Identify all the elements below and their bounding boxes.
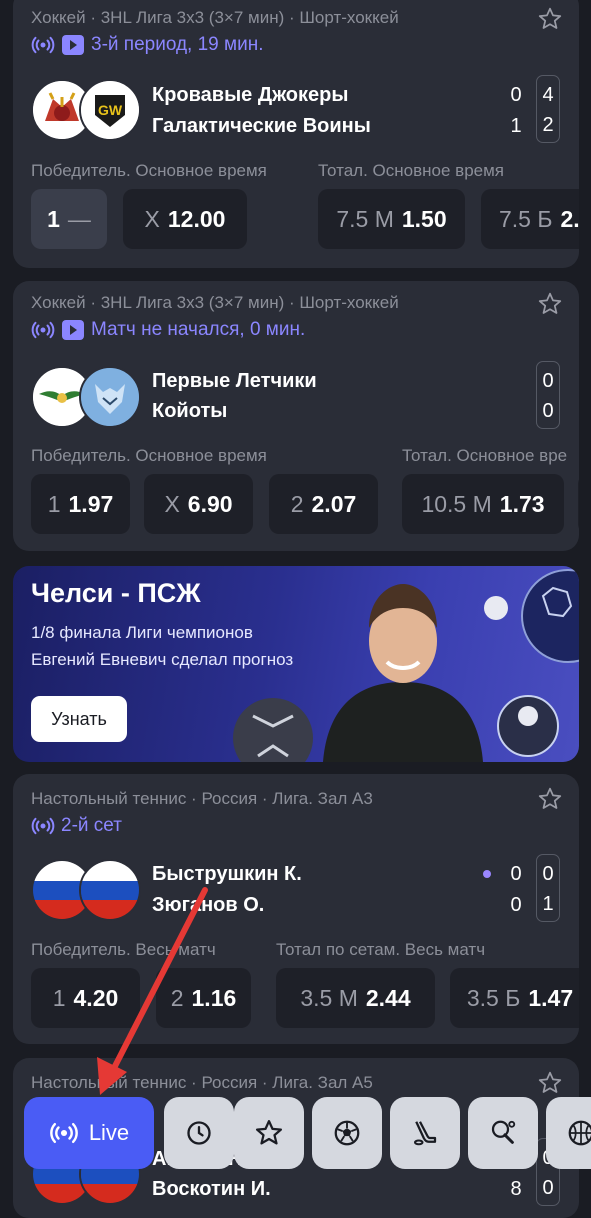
annotation-arrow <box>97 887 208 1095</box>
